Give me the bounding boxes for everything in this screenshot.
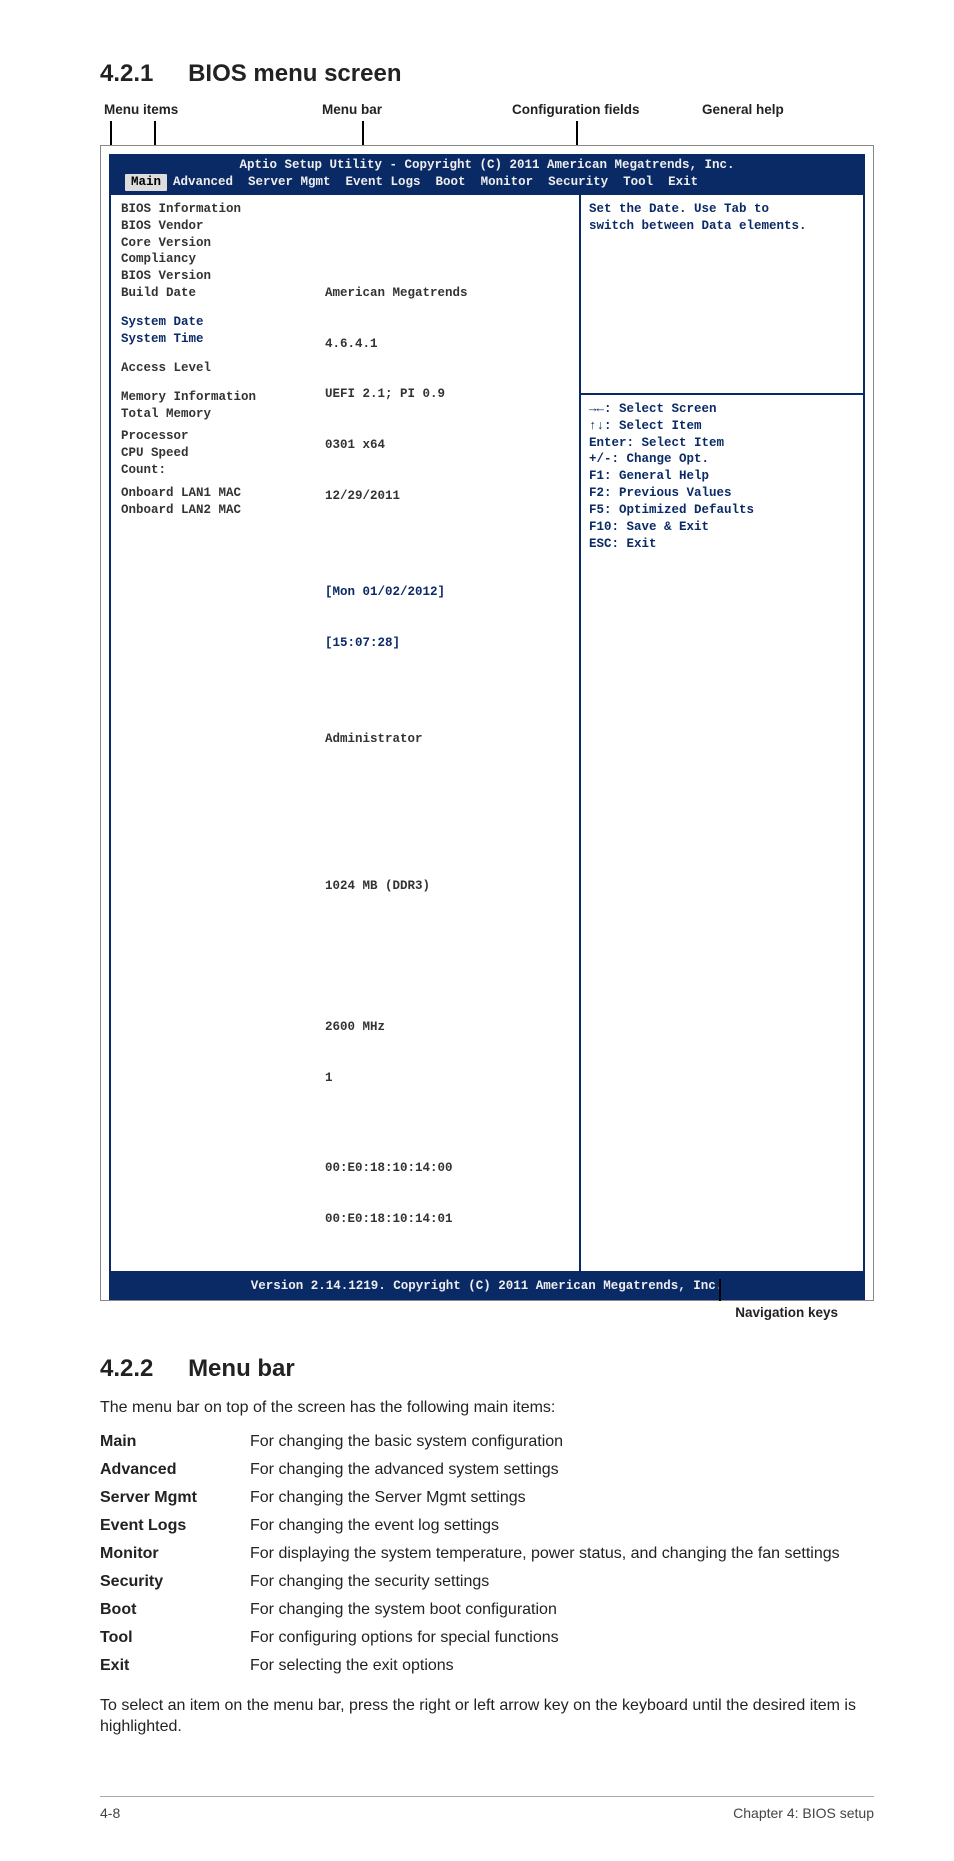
val-time[interactable]: [15:07:28] xyxy=(325,635,573,652)
val-compl: UEFI 2.1; PI 0.9 xyxy=(325,386,573,403)
tick-line xyxy=(154,121,156,145)
section2-intro: The menu bar on top of the screen has th… xyxy=(100,1397,874,1419)
val-mac2: 00:E0:18:10:14:01 xyxy=(325,1211,573,1228)
section-number: 4.2.1 xyxy=(100,60,153,87)
bios-menu-rest[interactable]: Advanced Server Mgmt Event Logs Boot Mon… xyxy=(167,174,698,191)
row-bios-vendor: BIOS Vendor xyxy=(121,218,311,235)
bios-header-line1: Aptio Setup Utility - Copyright (C) 2011… xyxy=(115,157,859,174)
row-access-level: Access Level xyxy=(121,360,311,377)
item-term: Advanced xyxy=(100,1461,250,1479)
navkey-f5: F5: Optimized Defaults xyxy=(589,502,855,519)
row-bios-version: BIOS Version xyxy=(121,268,311,285)
navkey-f10: F10: Save & Exit xyxy=(589,519,855,536)
navkey-f2: F2: Previous Values xyxy=(589,485,855,502)
row-core-version: Core Version xyxy=(121,235,311,252)
help-line1: Set the Date. Use Tab to xyxy=(589,201,855,218)
bios-footer: Version 2.14.1219. Copyright (C) 2011 Am… xyxy=(109,1273,865,1300)
item-term: Boot xyxy=(100,1601,250,1619)
navkey-esc: ESC: Exit xyxy=(589,536,855,553)
label-menu-items: Menu items xyxy=(104,102,178,117)
row-cpu-speed: CPU Speed xyxy=(121,445,311,462)
tick-line xyxy=(110,121,112,145)
item-term: Event Logs xyxy=(100,1517,250,1535)
row-processor: Processor xyxy=(121,428,311,445)
val-vendor: American Megatrends xyxy=(325,285,573,302)
tick-line xyxy=(576,121,578,145)
tick-line xyxy=(719,1279,721,1301)
bios-menu-bar[interactable]: Main Advanced Server Mgmt Event Logs Boo… xyxy=(115,174,859,191)
bios-header: Aptio Setup Utility - Copyright (C) 2011… xyxy=(109,154,865,195)
item-desc: For changing the security settings xyxy=(250,1573,874,1591)
section-number: 4.2.2 xyxy=(100,1355,153,1382)
row-system-time[interactable]: System Time xyxy=(121,331,311,348)
val-mem: 1024 MB (DDR3) xyxy=(325,878,573,895)
label-navigation-keys: Navigation keys xyxy=(735,1305,838,1320)
val-ver: 0301 x64 xyxy=(325,437,573,454)
bios-center-pane: American Megatrends 4.6.4.1 UEFI 2.1; PI… xyxy=(319,195,579,1274)
label-config-fields: Configuration fields xyxy=(512,102,640,117)
navkey-select-item: ↑↓: Select Item xyxy=(589,418,855,435)
label-menu-bar: Menu bar xyxy=(322,102,382,117)
item-desc: For displaying the system temperature, p… xyxy=(250,1545,874,1563)
row-compliancy: Compliancy xyxy=(121,251,311,268)
bios-help-text: Set the Date. Use Tab to switch between … xyxy=(581,195,863,393)
item-desc: For configuring options for special func… xyxy=(250,1629,874,1647)
val-count: 1 xyxy=(325,1070,573,1087)
diagram-labels-row: Menu items Menu bar Configuration fields… xyxy=(100,102,874,117)
row-total-memory: Total Memory xyxy=(121,406,311,423)
item-term: Monitor xyxy=(100,1545,250,1563)
row-bios-information: BIOS Information xyxy=(121,201,311,218)
navkey-enter: Enter: Select Item xyxy=(589,435,855,452)
tick-line xyxy=(362,121,364,145)
bios-screenshot: Aptio Setup Utility - Copyright (C) 2011… xyxy=(100,145,874,1301)
bios-menu-main[interactable]: Main xyxy=(125,174,167,191)
item-desc: For changing the Server Mgmt settings xyxy=(250,1489,874,1507)
page-number: 4-8 xyxy=(100,1805,120,1821)
row-mem-info: Memory Information xyxy=(121,389,311,406)
val-date[interactable]: [Mon 01/02/2012] xyxy=(325,584,573,601)
navkey-change: +/-: Change Opt. xyxy=(589,451,855,468)
row-lan2: Onboard LAN2 MAC xyxy=(121,502,311,519)
val-access: Administrator xyxy=(325,731,573,748)
row-system-date[interactable]: System Date xyxy=(121,314,311,331)
item-desc: For changing the system boot configurati… xyxy=(250,1601,874,1619)
help-line2: switch between Data elements. xyxy=(589,218,855,235)
val-cpu: 2600 MHz xyxy=(325,1019,573,1036)
row-build-date: Build Date xyxy=(121,285,311,302)
item-term: Exit xyxy=(100,1657,250,1675)
item-desc: For changing the basic system configurat… xyxy=(250,1433,874,1451)
val-mac1: 00:E0:18:10:14:00 xyxy=(325,1160,573,1177)
bios-left-pane: BIOS Information BIOS Vendor Core Versio… xyxy=(109,195,319,1274)
item-term: Server Mgmt xyxy=(100,1489,250,1507)
section-4-2-1-title: 4.2.1 BIOS menu screen xyxy=(100,60,874,88)
item-desc: For changing the event log settings xyxy=(250,1517,874,1535)
val-core: 4.6.4.1 xyxy=(325,336,573,353)
bios-nav-keys: →←: Select Screen ↑↓: Select Item Enter:… xyxy=(581,393,863,561)
section-4-2-2-title: 4.2.2 Menu bar xyxy=(100,1355,874,1383)
navkey-select-screen: →←: Select Screen xyxy=(589,401,855,418)
menu-description-list: Main For changing the basic system confi… xyxy=(100,1433,874,1675)
chapter-label: Chapter 4: BIOS setup xyxy=(733,1805,874,1821)
bios-right-pane: Set the Date. Use Tab to switch between … xyxy=(579,195,865,1274)
label-general-help: General help xyxy=(702,102,784,117)
navkey-f1: F1: General Help xyxy=(589,468,855,485)
item-desc: For changing the advanced system setting… xyxy=(250,1461,874,1479)
item-term: Security xyxy=(100,1573,250,1591)
section-heading: BIOS menu screen xyxy=(188,60,401,87)
section2-outro: To select an item on the menu bar, press… xyxy=(100,1695,874,1738)
page-footer: 4-8 Chapter 4: BIOS setup xyxy=(100,1796,874,1821)
row-lan1: Onboard LAN1 MAC xyxy=(121,485,311,502)
section-heading: Menu bar xyxy=(188,1355,295,1382)
val-build: 12/29/2011 xyxy=(325,488,573,505)
row-count: Count: xyxy=(121,462,311,479)
item-term: Main xyxy=(100,1433,250,1451)
item-term: Tool xyxy=(100,1629,250,1647)
item-desc: For selecting the exit options xyxy=(250,1657,874,1675)
